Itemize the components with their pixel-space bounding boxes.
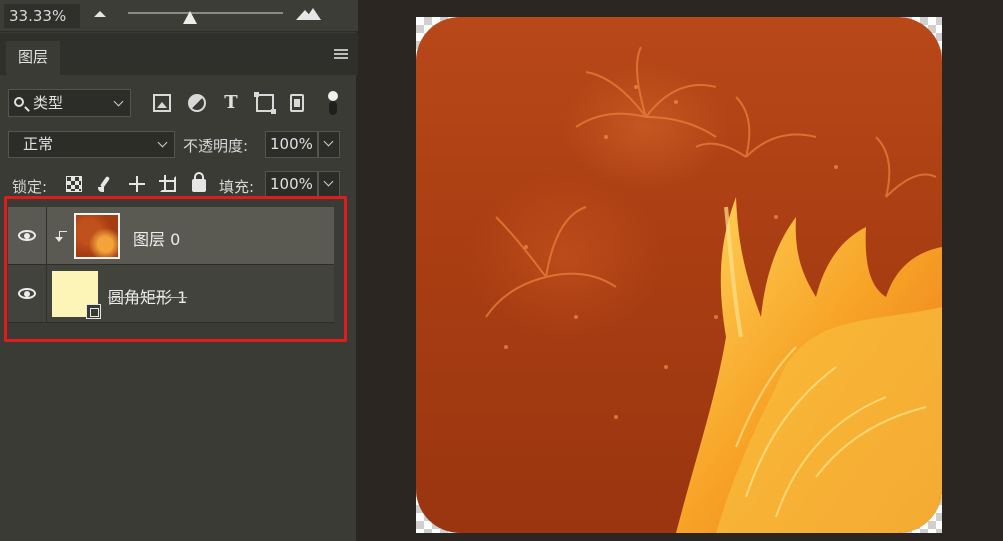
- lock-artboard-crop-icon[interactable]: [159, 175, 176, 192]
- chevron-down-icon: [113, 96, 124, 107]
- smart-object-filter-icon[interactable]: [290, 94, 304, 112]
- shape-filter-icon[interactable]: [254, 92, 276, 114]
- opacity-label: 不透明度:: [183, 137, 249, 155]
- opacity-input[interactable]: 100%: [265, 131, 318, 158]
- zoom-value-input[interactable]: 33.33%: [4, 4, 80, 28]
- fill-dropdown-button[interactable]: [318, 171, 340, 198]
- adjustment-filter-icon[interactable]: [188, 94, 206, 112]
- fill-label: 填充:: [219, 178, 255, 196]
- artwork-image: [416, 17, 942, 533]
- canvas-area[interactable]: [360, 0, 1003, 541]
- lock-transparent-pixels-icon[interactable]: [66, 176, 82, 192]
- chevron-down-icon: [323, 136, 334, 147]
- filter-toggle-switch[interactable]: [326, 89, 340, 117]
- lock-position-move-icon[interactable]: [129, 176, 145, 192]
- document-canvas[interactable]: [416, 17, 942, 533]
- blend-mode-select[interactable]: 正常: [8, 131, 175, 158]
- layers-panel: 33.33% 图层 类型 T 正常 不透明度: 100% 锁定: 填充: 100…: [0, 0, 358, 541]
- type-filter-icon[interactable]: T: [222, 94, 240, 112]
- artwork-illustration: [485, 46, 942, 533]
- zoom-in-mountain-icon[interactable]: [296, 8, 322, 20]
- panel-menu-icon[interactable]: [334, 49, 348, 59]
- zoom-slider-handle[interactable]: [183, 11, 197, 25]
- panel-tab-row: 图层: [0, 33, 358, 75]
- layer-filter-select[interactable]: 类型: [8, 89, 131, 117]
- opacity-dropdown-button[interactable]: [318, 131, 340, 158]
- fill-input[interactable]: 100%: [265, 171, 318, 198]
- zoom-out-mountain-icon[interactable]: [94, 11, 106, 17]
- layer-filter-value: 类型: [33, 94, 64, 112]
- lock-label: 锁定:: [12, 178, 48, 196]
- zoom-bar: 33.33%: [0, 0, 358, 32]
- lock-image-pixels-brush-icon[interactable]: [97, 176, 113, 192]
- lock-all-padlock-icon[interactable]: [192, 172, 206, 192]
- tab-layers[interactable]: 图层: [6, 41, 60, 75]
- zoom-slider-track[interactable]: [128, 12, 283, 14]
- pixel-layer-filter-icon[interactable]: [153, 94, 171, 112]
- annotation-highlight-box: [4, 196, 347, 342]
- chevron-down-icon: [157, 137, 168, 148]
- blend-mode-value: 正常: [23, 135, 54, 153]
- chevron-down-icon: [323, 176, 334, 187]
- search-icon: [14, 97, 24, 107]
